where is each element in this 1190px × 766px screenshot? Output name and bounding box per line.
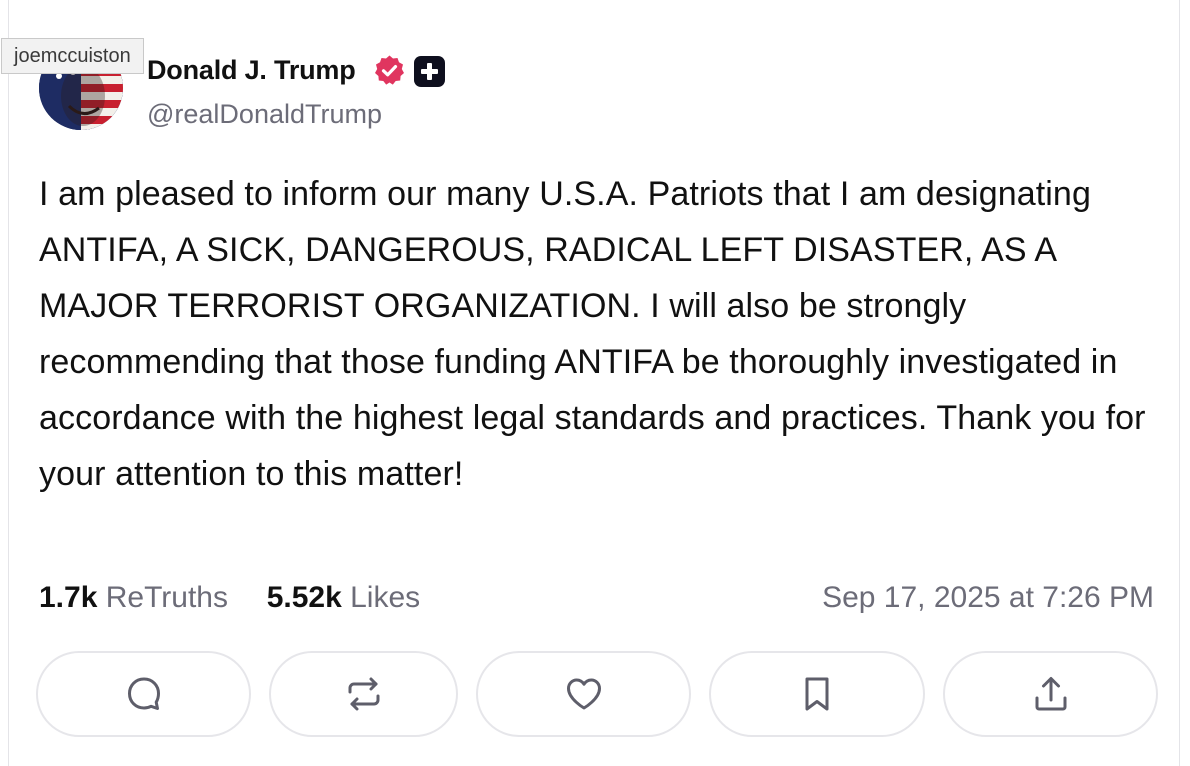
verified-badge-icon [373, 54, 406, 87]
post-body: I am pleased to inform our many U.S.A. P… [39, 175, 1146, 493]
retruths-label: ReTruths [105, 581, 228, 614]
post-stats: 1.7k ReTruths 5.52k Likes [39, 578, 420, 618]
comment-icon [127, 677, 160, 710]
author-display-name[interactable]: Donald J. Trump [147, 54, 356, 86]
retruth-button[interactable] [269, 651, 458, 737]
post-timestamp[interactable]: Sep 17, 2025 at 7:26 PM [822, 578, 1154, 618]
comment-button[interactable] [36, 651, 251, 737]
bookmark-icon [805, 677, 829, 711]
retruths-count: 1.7k [39, 581, 98, 614]
retruths-stat[interactable]: 1.7k ReTruths [39, 581, 236, 614]
share-icon [1035, 677, 1066, 711]
username-tooltip: joemccuiston [1, 38, 144, 74]
author-handle[interactable]: @realDonaldTrump [147, 96, 382, 132]
share-button[interactable] [943, 651, 1158, 737]
bookmark-button[interactable] [709, 651, 925, 737]
like-button[interactable] [476, 651, 691, 737]
likes-count: 5.52k [266, 581, 342, 614]
likes-label: Likes [350, 581, 421, 614]
like-icon [566, 678, 601, 710]
retruth-icon [348, 677, 379, 711]
plus-badge-icon [414, 56, 445, 87]
likes-stat[interactable]: 5.52k Likes [267, 581, 420, 614]
